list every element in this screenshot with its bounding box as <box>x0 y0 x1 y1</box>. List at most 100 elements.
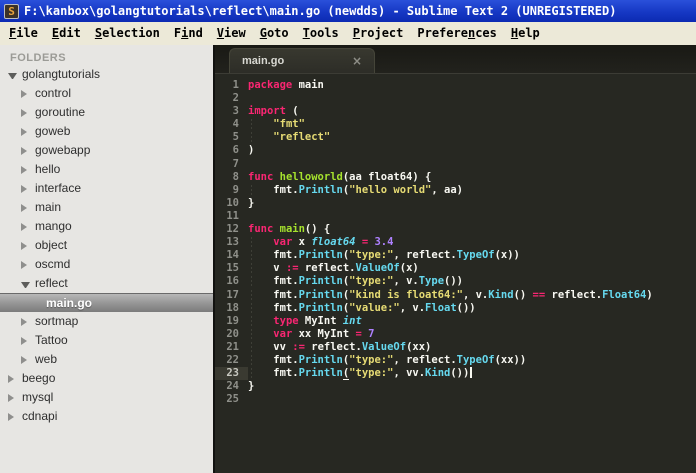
code-line[interactable]: 25 <box>215 393 696 406</box>
triangle-right-icon[interactable] <box>21 127 30 136</box>
folder-goroutine[interactable]: goroutine <box>0 103 213 122</box>
folder-beego[interactable]: beego <box>0 369 213 388</box>
triangle-right-icon[interactable] <box>21 222 30 231</box>
code-line[interactable]: 17 fmt.Println("kind is float64:", v.Kin… <box>215 289 696 302</box>
code-text: vv := reflect.ValueOf(xx) <box>248 340 432 354</box>
folder-oscmd[interactable]: oscmd <box>0 255 213 274</box>
code-line[interactable]: 14 fmt.Println("type:", reflect.TypeOf(x… <box>215 249 696 262</box>
code-line[interactable]: 15 v := reflect.ValueOf(x) <box>215 262 696 275</box>
folder-reflect[interactable]: reflect <box>0 274 213 293</box>
code-editor[interactable]: 1 package main 2 3 import (4 "fmt" 5 "reflect… <box>215 74 696 473</box>
item-label: sortmap <box>35 314 79 328</box>
tab-bar: main.go × <box>215 45 696 74</box>
line-number: 23 <box>215 367 248 381</box>
folder-interface[interactable]: interface <box>0 179 213 198</box>
line-number: 10 <box>226 196 239 209</box>
code-line[interactable]: 16 fmt.Println("type:", v.Type()) <box>215 275 696 288</box>
line-number: 21 <box>226 340 239 353</box>
code-line[interactable]: 3 import ( <box>215 105 696 118</box>
code-line[interactable]: 18 fmt.Println("value:", v.Float()) <box>215 302 696 315</box>
code-line[interactable]: 4 "fmt" <box>215 118 696 131</box>
item-label: hello <box>35 162 61 176</box>
code-line[interactable]: 12 func main() { <box>215 223 696 236</box>
menu-item-edit[interactable]: Edit <box>45 22 88 45</box>
code-line[interactable]: 1 package main <box>215 79 696 92</box>
code-line[interactable]: 20 var xx MyInt = 7 <box>215 328 696 341</box>
triangle-right-icon[interactable] <box>8 393 17 402</box>
line-number: 17 <box>226 288 239 301</box>
code-line[interactable]: 22 fmt.Println("type:", reflect.TypeOf(x… <box>215 354 696 367</box>
code-line[interactable]: 5 "reflect" <box>215 131 696 144</box>
code-text: func main() { <box>248 223 331 236</box>
folder-object[interactable]: object <box>0 236 213 255</box>
triangle-right-icon[interactable] <box>21 108 30 117</box>
folder-control[interactable]: control <box>0 84 213 103</box>
triangle-down-icon[interactable] <box>8 72 17 79</box>
code-line[interactable]: 11 <box>215 210 696 223</box>
line-number: 4 <box>232 118 239 131</box>
triangle-right-icon[interactable] <box>21 146 30 155</box>
code-text: "fmt" <box>248 118 305 131</box>
menu-item-find[interactable]: Find <box>167 22 210 45</box>
code-text: type MyInt int <box>248 315 362 328</box>
line-number: 13 <box>226 236 239 249</box>
folder-mysql[interactable]: mysql <box>0 388 213 407</box>
folder-mango[interactable]: mango <box>0 217 213 236</box>
code-text: fmt.Println("type:", reflect.TypeOf(xx)) <box>248 353 527 367</box>
folder-cdnapi[interactable]: cdnapi <box>0 407 213 426</box>
sublime-app-icon: S <box>4 3 19 19</box>
code-line[interactable]: 13 var x float64 = 3.4 <box>215 236 696 249</box>
line-number: 22 <box>226 353 239 366</box>
triangle-right-icon[interactable] <box>21 184 30 193</box>
line-number: 14 <box>226 249 239 262</box>
code-line[interactable]: 24} <box>215 380 696 393</box>
menu-item-help[interactable]: Help <box>504 22 547 45</box>
code-line[interactable]: 6) <box>215 144 696 157</box>
triangle-right-icon[interactable] <box>21 89 30 98</box>
menu-item-goto[interactable]: Goto <box>253 22 296 45</box>
triangle-right-icon[interactable] <box>21 260 30 269</box>
code-line[interactable]: 23 fmt.Println("type:", vv.Kind()) <box>215 367 696 381</box>
code-text: fmt.Println("kind is float64:", v.Kind()… <box>248 288 653 301</box>
folder-gowebapp[interactable]: gowebapp <box>0 141 213 160</box>
menu-item-selection[interactable]: Selection <box>88 22 167 45</box>
menu-item-project[interactable]: Project <box>346 22 411 45</box>
item-label: web <box>35 352 58 366</box>
triangle-right-icon[interactable] <box>21 336 30 345</box>
folder-hello[interactable]: hello <box>0 160 213 179</box>
menu-item-preferences[interactable]: Preferences <box>410 22 504 45</box>
triangle-right-icon[interactable] <box>8 412 17 421</box>
code-line[interactable]: 21 vv := reflect.ValueOf(xx) <box>215 341 696 354</box>
triangle-right-icon[interactable] <box>21 165 30 174</box>
menu-item-file[interactable]: File <box>2 22 45 45</box>
triangle-right-icon[interactable] <box>21 241 30 250</box>
folder-golangtutorials[interactable]: golangtutorials <box>0 65 213 84</box>
code-line[interactable]: 9 fmt.Println("hello world", aa) <box>215 184 696 197</box>
triangle-right-icon[interactable] <box>8 374 17 383</box>
line-number: 16 <box>226 275 239 288</box>
tab-close-icon[interactable]: × <box>352 49 362 73</box>
tab-main-go[interactable]: main.go × <box>229 48 375 73</box>
code-line[interactable]: 2 <box>215 92 696 105</box>
folder-main[interactable]: main <box>0 198 213 217</box>
folder-tattoo[interactable]: Tattoo <box>0 331 213 350</box>
triangle-right-icon[interactable] <box>21 355 30 364</box>
folder-web[interactable]: web <box>0 350 213 369</box>
code-line[interactable]: 7 <box>215 158 696 171</box>
menu-item-view[interactable]: View <box>210 22 253 45</box>
line-number: 20 <box>226 327 239 340</box>
triangle-right-icon[interactable] <box>21 203 30 212</box>
code-line[interactable]: 10} <box>215 197 696 210</box>
folder-sortmap[interactable]: sortmap <box>0 312 213 331</box>
code-line[interactable]: 8 func helloworld(aa float64) { <box>215 171 696 184</box>
code-line[interactable]: 19 type MyInt int <box>215 315 696 328</box>
file-main.go[interactable]: main.go <box>0 293 213 312</box>
folder-goweb[interactable]: goweb <box>0 122 213 141</box>
line-number: 9 <box>232 183 239 196</box>
triangle-down-icon[interactable] <box>21 281 30 288</box>
code-text: } <box>248 196 255 209</box>
title-bar[interactable]: S F:\kanbox\golangtutorials\reflect\main… <box>0 0 696 22</box>
triangle-right-icon[interactable] <box>21 317 30 326</box>
menu-item-tools[interactable]: Tools <box>296 22 346 45</box>
sidebar: FOLDERS golangtutorials control goroutine g… <box>0 45 213 473</box>
